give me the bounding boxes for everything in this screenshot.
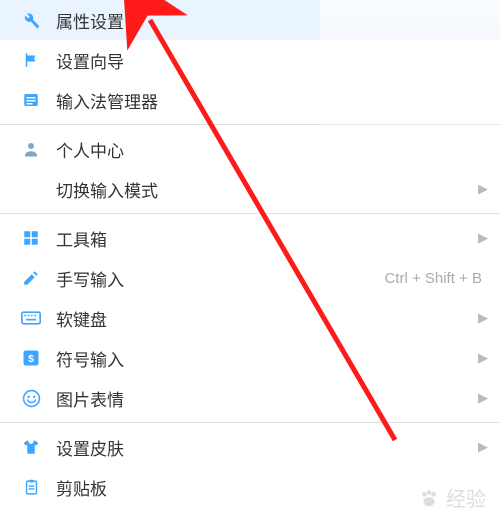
chevron-right-icon: ▶: [478, 390, 488, 406]
blank-icon: [20, 178, 42, 200]
menu-item-emoji[interactable]: 图片表情 ▶: [0, 378, 500, 418]
flag-icon: [20, 49, 42, 71]
chevron-right-icon: ▶: [478, 439, 488, 455]
menu-item-shortcut: Ctrl + Shift + B: [384, 270, 482, 287]
menu-item-ime-manager[interactable]: 输入法管理器: [0, 80, 500, 120]
menu-item-soft-keyboard[interactable]: 软键盘 ▶: [0, 298, 500, 338]
menu-item-label: 符号输入: [56, 346, 474, 371]
shirt-icon: [20, 436, 42, 458]
menu-item-toolbox[interactable]: 工具箱 ▶: [0, 218, 500, 258]
menu-item-label: 设置皮肤: [56, 435, 474, 460]
menu-item-user-center[interactable]: 个人中心: [0, 129, 500, 169]
context-menu: 属性设置 设置向导 输入法管理器 个人中心 切换输入模式 ▶ 工具箱 ▶: [0, 0, 500, 507]
menu-item-label: 属性设置: [56, 8, 488, 33]
menu-separator: [0, 124, 500, 125]
menu-item-handwriting[interactable]: 手写输入 Ctrl + Shift + B: [0, 258, 500, 298]
user-icon: [20, 138, 42, 160]
menu-item-label: 手写输入: [56, 266, 384, 291]
menu-item-label: 个人中心: [56, 137, 488, 162]
menu-item-label: 切换输入模式: [56, 177, 474, 202]
menu-item-label: 输入法管理器: [56, 88, 488, 113]
chevron-right-icon: ▶: [478, 350, 488, 366]
svg-text:$: $: [28, 353, 34, 365]
symbol-icon: $: [20, 347, 42, 369]
smile-icon: [20, 387, 42, 409]
menu-item-switch-mode[interactable]: 切换输入模式 ▶: [0, 169, 500, 209]
menu-item-symbol-input[interactable]: $ 符号输入 ▶: [0, 338, 500, 378]
menu-item-properties[interactable]: 属性设置: [0, 0, 500, 40]
paw-icon: [418, 487, 440, 509]
grid-icon: [20, 227, 42, 249]
menu-item-label: 图片表情: [56, 386, 474, 411]
menu-item-wizard[interactable]: 设置向导: [0, 40, 500, 80]
chevron-right-icon: ▶: [478, 230, 488, 246]
list-icon: [20, 89, 42, 111]
clipboard-icon: [20, 476, 42, 498]
menu-item-label: 设置向导: [56, 48, 488, 73]
menu-item-label: 工具箱: [56, 226, 474, 251]
pencil-icon: [20, 267, 42, 289]
keyboard-icon: [20, 307, 42, 329]
menu-separator: [0, 422, 500, 423]
menu-separator: [0, 213, 500, 214]
wrench-icon: [20, 9, 42, 31]
chevron-right-icon: ▶: [478, 310, 488, 326]
watermark-text: 经验: [446, 483, 486, 512]
menu-item-label: 软键盘: [56, 306, 474, 331]
menu-item-skin[interactable]: 设置皮肤 ▶: [0, 427, 500, 467]
chevron-right-icon: ▶: [478, 181, 488, 197]
watermark: 经验: [418, 483, 486, 512]
